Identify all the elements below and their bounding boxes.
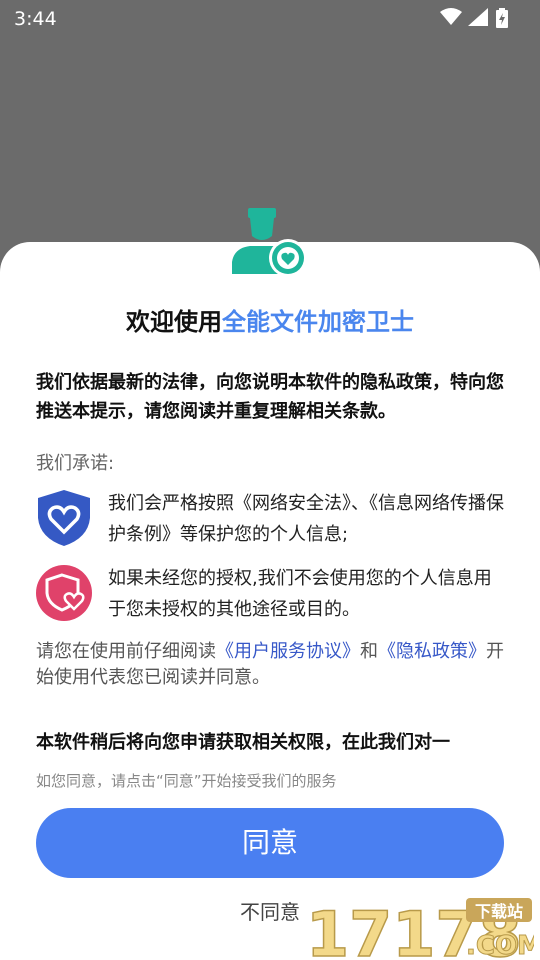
notice-and: 和 [360,641,378,662]
permission-text: 本软件稍后将向您申请获取相关权限，在此我们对一 [36,732,450,753]
status-bar: 3:44 [0,0,540,36]
signal-icon [468,8,488,26]
app-name: 全能文件加密卫士 [222,308,414,336]
status-time: 3:44 [14,8,57,30]
intro-text: 我们依据最新的法律，向您说明本软件的隐私政策，特向您推送本提示，请您阅读并重复理… [36,372,504,422]
pledge-text: 如果未经您的授权,我们不会使用您的个人信息用于您未授权的其他途径或目的。 [108,568,492,620]
shield-heart-icon [38,490,90,546]
agree-button[interactable]: 同意 [36,808,504,878]
user-heart-icon [232,208,307,277]
promise-label: 我们承诺: [36,453,115,474]
consent-hint: 如您同意，请点击“同意”开始接受我们的服务 [36,772,337,790]
watermark-tag: 下载站 [475,902,523,921]
policy-notice: 请您在使用前仔细阅读《用户服务协议》和《隐私政策》开始使用代表您已阅读并同意。 [36,639,506,691]
disagree-button[interactable]: 不同意 [220,896,320,925]
notice-prefix: 请您在使用前仔细阅读 [36,641,216,662]
battery-icon [496,8,508,28]
title-prefix: 欢迎使用 [126,308,222,336]
pledge-text: 我们会严格按照《网络安全法》、《信息网络传播保护条例》等保护您的个人信息; [108,493,504,545]
dialog-title: 欢迎使用全能文件加密卫士 [0,302,540,337]
user-agreement-link[interactable]: 《用户服务协议》 [216,641,360,662]
watermark-logo: 17178 下载站 .COM [306,897,534,960]
wifi-icon [440,8,462,25]
privacy-policy-link[interactable]: 《隐私政策》 [378,641,486,662]
watermark-domain: .COM [466,931,534,960]
heart-shield-icon [36,565,92,621]
